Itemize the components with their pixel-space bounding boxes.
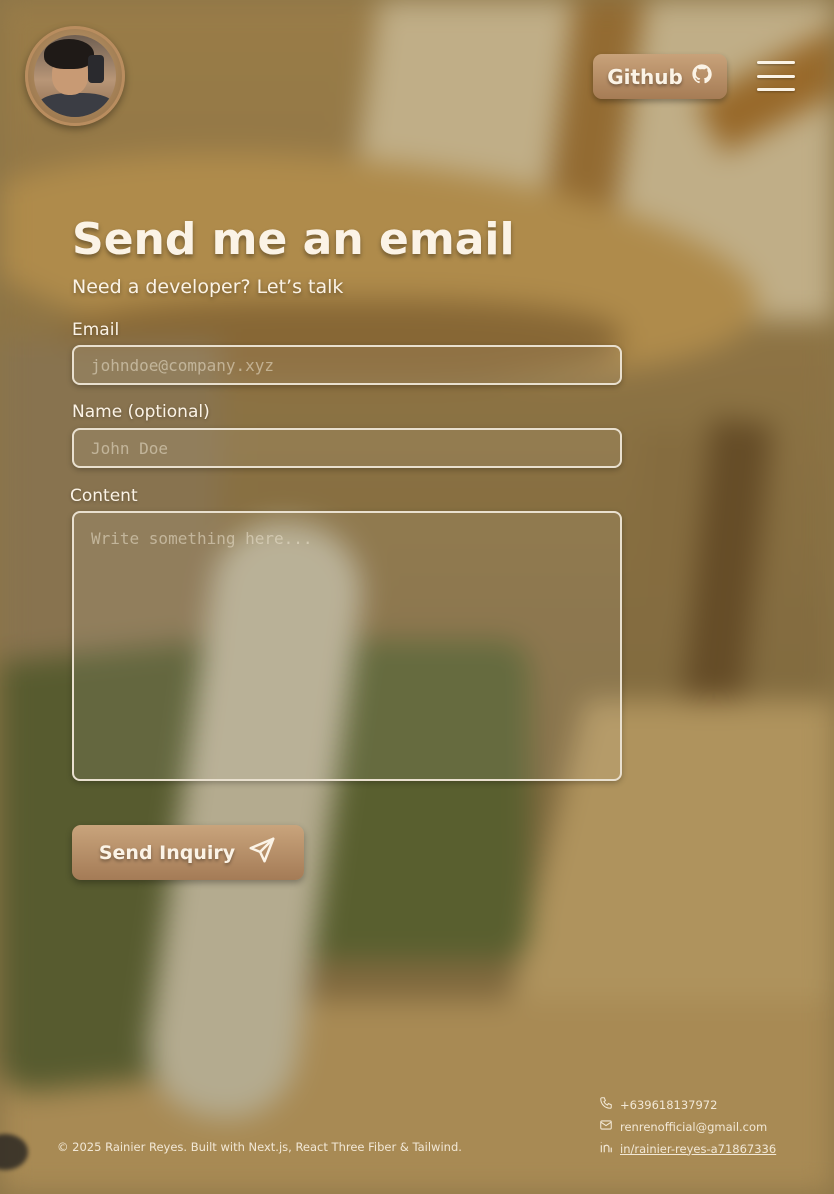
phone-number: +639618137972 bbox=[620, 1097, 718, 1112]
menu-icon[interactable] bbox=[757, 59, 797, 93]
page-title: Send me an email bbox=[72, 214, 515, 265]
page: Github Send me an email Need a developer… bbox=[0, 0, 834, 1194]
send-inquiry-label: Send Inquiry bbox=[98, 841, 236, 864]
page-subtitle: Need a developer? Let’s talk bbox=[72, 276, 344, 298]
linkedin-link[interactable]: in/rainier-reyes-a71867336 bbox=[620, 1142, 776, 1156]
name-label: Name (optional) bbox=[72, 402, 210, 422]
contact-phone: +639618137972 bbox=[599, 1096, 717, 1113]
contact-email: renrenofficial@gmail.com bbox=[599, 1118, 767, 1135]
content-label: Content bbox=[70, 486, 138, 506]
email-address: renrenofficial@gmail.com bbox=[620, 1119, 768, 1134]
content-field[interactable] bbox=[72, 511, 622, 781]
linkedin-icon bbox=[599, 1140, 613, 1157]
github-icon bbox=[691, 63, 713, 90]
send-icon bbox=[247, 835, 277, 870]
contact-linkedin: in/rainier-reyes-a71867336 bbox=[599, 1140, 776, 1157]
github-button[interactable]: Github bbox=[593, 54, 727, 99]
mail-icon bbox=[599, 1118, 613, 1135]
github-button-label: Github bbox=[607, 64, 683, 89]
avatar[interactable] bbox=[25, 26, 125, 126]
phone-icon bbox=[599, 1096, 613, 1113]
email-label: Email bbox=[72, 320, 120, 340]
avatar-photo bbox=[34, 35, 116, 117]
send-inquiry-button[interactable]: Send Inquiry bbox=[72, 825, 304, 880]
email-field[interactable] bbox=[72, 345, 622, 385]
name-field[interactable] bbox=[72, 428, 622, 468]
copyright-text: © 2025 Rainier Reyes. Built with Next.js… bbox=[57, 1140, 462, 1154]
floating-widget[interactable] bbox=[0, 1134, 28, 1170]
